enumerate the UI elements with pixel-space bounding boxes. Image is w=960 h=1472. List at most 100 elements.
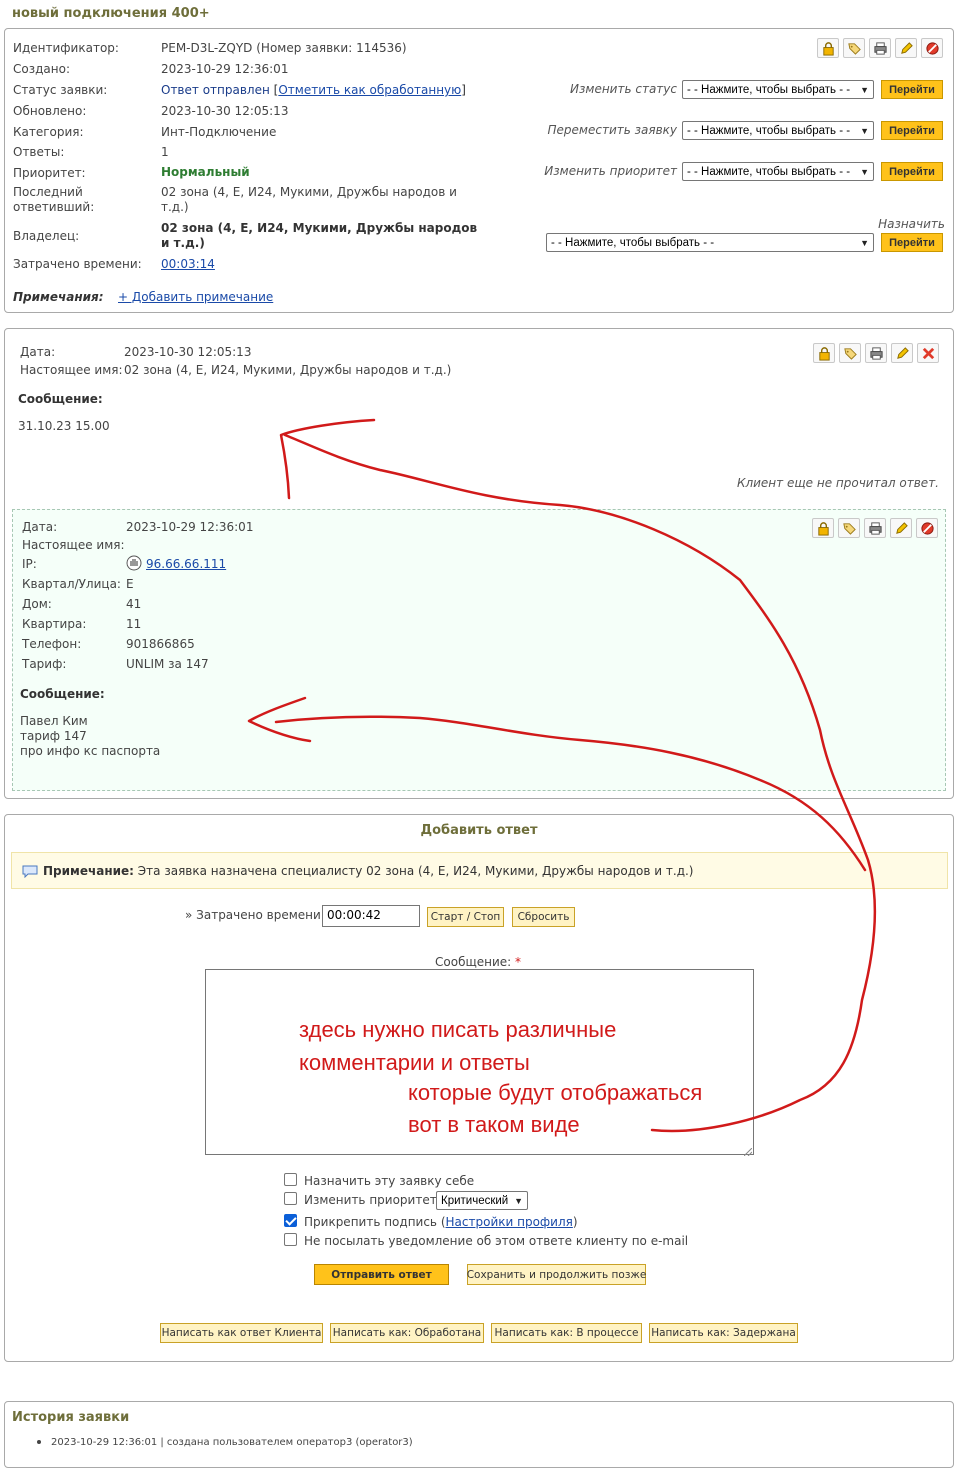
move-ticket-select[interactable]: - - Нажмите, чтобы выбрать - - ▼ [682,121,874,140]
history-item: 2023-10-29 12:36:01 | создана пользовате… [37,1437,413,1448]
change-status-label: Изменить статус [570,82,677,96]
write-client-button[interactable]: Написать как ответ Клиента [160,1323,323,1343]
reply-name-label: Настоящее имя: [20,363,123,377]
assign-self-checkbox[interactable] [284,1173,297,1186]
label-owner: Владелец: [13,229,80,243]
edit-pencil-icon[interactable] [890,518,912,538]
tariff-value: UNLIM за 147 [126,657,209,671]
updated-date: 2023-10-30 12:05:13 [161,104,289,118]
priority-value: Нормальный [161,165,250,179]
add-note-link[interactable]: + Добавить примечание [118,290,273,304]
tag-icon[interactable] [843,38,865,58]
category-value: Инт-Подключение [161,125,277,139]
write-delayed-button[interactable]: Написать как: Задержана [649,1323,798,1343]
chevron-down-icon: ▼ [860,84,869,95]
no-email-checkbox[interactable] [284,1233,297,1246]
go-move-button[interactable]: Перейти [881,121,943,140]
attach-signature-checkbox[interactable] [284,1214,297,1227]
tag-icon[interactable] [839,343,861,363]
note-label: Примечание: [43,864,134,878]
assign-self-label: Назначить эту заявку себе [304,1174,475,1188]
close-paren: ) [572,1215,578,1229]
status-row: Ответ отправлен [Отметить как обработанн… [161,83,466,97]
time-spent-link[interactable]: 00:03:14 [161,257,215,271]
unread-note: Клиент еще не прочитал ответ. [736,476,939,490]
tariff-label: Тариф: [22,657,67,671]
go-status-button[interactable]: Перейти [881,80,943,99]
annotation-line: которые будут отображаться [408,1080,703,1105]
request-message-line: Павел Ким [20,714,88,728]
write-inprogress-button[interactable]: Написать как: В процессе [491,1323,642,1343]
annotation-line: комментарии и ответы [299,1050,530,1075]
attach-signature-row: Прикрепить подпись (Настройки профиля) [304,1215,578,1229]
change-priority-text: Изменить приоритет [304,1193,437,1207]
write-processed-button[interactable]: Написать как: Обработана [330,1323,484,1343]
priority-select[interactable]: Критический ▼ [436,1191,528,1210]
history-title: История заявки [12,1410,130,1425]
change-status-select[interactable]: - - Нажмите, чтобы выбрать - - ▼ [682,80,874,99]
ip-link[interactable]: 96.66.66.111 [146,557,226,571]
request-name-label: Настоящее имя: [22,538,125,552]
request-message-line: тариф 147 [20,729,87,743]
ticket-toolbar [817,38,943,58]
submit-reply-button[interactable]: Отправить ответ [314,1264,449,1285]
resize-handle-icon[interactable] [743,1145,753,1157]
label-priority: Приоритет: [13,166,86,180]
flat-label: Квартира: [22,617,87,631]
start-stop-button[interactable]: Старт / Стоп [427,907,504,927]
edit-pencil-icon[interactable] [891,343,913,363]
street-label: Квартал/Улица: [22,577,121,591]
profile-settings-link[interactable]: Настройки профиля [446,1215,573,1229]
time-input[interactable]: 00:00:42 [322,905,420,927]
reply-date-label: Дата: [20,345,56,359]
history-panel: История заявки 2023-10-29 12:36:01 | соз… [4,1401,954,1468]
print-icon[interactable] [869,38,891,58]
request-date: 2023-10-29 12:36:01 [126,520,254,534]
change-priority-select[interactable]: - - Нажмите, чтобы выбрать - - ▼ [682,162,874,181]
original-request: Дата: 2023-10-29 12:36:01 Настоящее имя:… [12,509,946,791]
phone-label: Телефон: [22,637,82,651]
chevron-down-icon: ▼ [860,166,869,177]
assignment-note: Примечание: Эта заявка назначена специал… [11,852,948,889]
assign-select[interactable]: - - Нажмите, чтобы выбрать - - ▼ [546,233,874,252]
label-notes: Примечания: [13,290,104,304]
label-id: Идентификатор: [13,41,119,55]
change-priority-checkbox[interactable] [284,1192,297,1205]
ip-label: IP: [22,557,37,571]
tag-icon[interactable] [838,518,860,538]
delete-x-icon[interactable] [917,343,939,363]
go-priority-button[interactable]: Перейти [881,162,943,181]
label-last-replier: Последний ответивший: [13,185,95,214]
chevron-down-icon: ▼ [860,237,869,248]
go-assign-button[interactable]: Перейти [881,233,943,252]
select-value: - - Нажмите, чтобы выбрать - - [687,124,851,137]
lock-icon[interactable] [817,38,839,58]
note-row: Примечание: Эта заявка назначена специал… [43,864,693,878]
save-later-button[interactable]: Сохранить и продолжить позже [467,1264,646,1285]
bracket-close: ] [461,83,466,97]
status-value: Ответ отправлен [161,83,270,97]
print-icon[interactable] [865,343,887,363]
lock-icon[interactable] [813,343,835,363]
mark-processed-link[interactable]: Отметить как обработанную [278,83,461,97]
delete-circle-icon[interactable] [921,38,943,58]
print-icon[interactable] [864,518,886,538]
annotation-line: вот в таком виде [408,1112,580,1137]
select-value: - - Нажмите, чтобы выбрать - - [551,236,715,249]
bullet-icon [37,1440,41,1444]
reply-message: 31.10.23 15.00 [18,419,110,433]
owner-value: 02 зона (4, Е, И24, Мукими, Дружбы народ… [161,221,478,250]
reset-button[interactable]: Сбросить [512,907,575,927]
phone-value: 901866865 [126,637,195,651]
ticket-info-panel: Идентификатор: PEM-D3L-ZQYD (Номер заявк… [4,28,954,313]
edit-pencil-icon[interactable] [895,38,917,58]
assign-label: Назначить [878,217,945,231]
select-value: Критический [441,1194,509,1207]
lock-icon[interactable] [812,518,834,538]
page-title: новый подключения 400+ [12,6,210,21]
speech-bubble-icon [22,864,38,879]
delete-circle-icon[interactable] [916,518,938,538]
request-message-line: про инфо кс паспорта [20,744,161,758]
add-reply-title: Добавить ответ [420,823,538,838]
last-replier-value: 02 зона (4, Е, И24, Мукими, Дружбы народ… [161,185,457,214]
